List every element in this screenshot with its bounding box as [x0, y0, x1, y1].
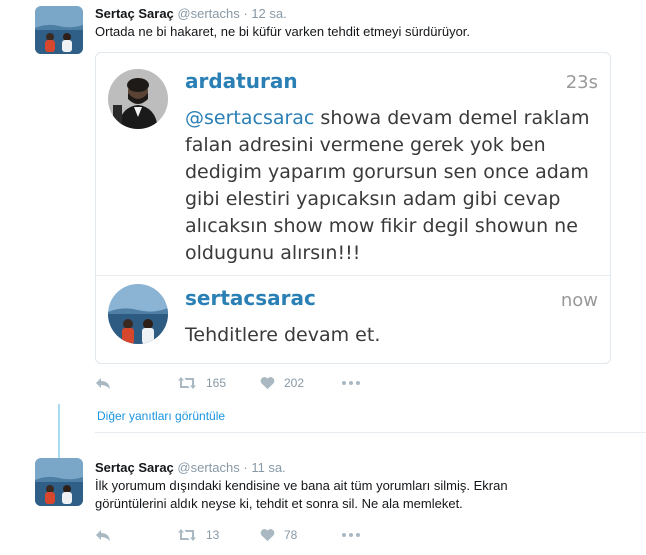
heart-icon	[260, 529, 275, 542]
author-handle[interactable]: @sertachs	[177, 6, 239, 21]
more-button[interactable]	[341, 528, 361, 542]
more-icon	[342, 381, 360, 385]
reply-icon	[96, 378, 110, 389]
embedded-message-body: showa devam demel raklam falan adresini …	[185, 107, 590, 264]
tweet[interactable]: Sertaç Saraç @sertachs · 12 sa. Ortada n…	[0, 0, 646, 404]
avatar[interactable]	[35, 6, 83, 54]
author-handle[interactable]: @sertachs	[177, 460, 239, 475]
embedded-username: sertacsarac	[185, 286, 316, 310]
separator-dot: ·	[243, 460, 248, 475]
reply-icon	[96, 530, 110, 541]
heart-icon	[260, 377, 275, 390]
embedded-message-text: Tehditlere devam et.	[185, 324, 381, 346]
reply-button[interactable]	[95, 376, 111, 390]
like-button[interactable]: 202	[260, 376, 304, 390]
embedded-avatar	[108, 284, 168, 344]
retweet-count: 165	[206, 376, 227, 390]
attached-image[interactable]: ardaturan 23s @sertacsarac showa devam d…	[95, 52, 611, 364]
author-name[interactable]: Sertaç Saraç	[95, 460, 174, 475]
tweet-timestamp[interactable]: 12 sa.	[251, 6, 286, 21]
embedded-message: ardaturan 23s @sertacsarac showa devam d…	[96, 53, 610, 275]
tweet-header: Sertaç Saraç @sertachs · 12 sa.	[95, 6, 287, 21]
reply-button[interactable]	[95, 528, 111, 542]
embedded-avatar	[108, 69, 168, 129]
tweet-text: Ortada ne bi hakaret, ne bi küfür varken…	[95, 24, 471, 39]
more-icon	[342, 533, 360, 537]
embedded-message: sertacsarac now Tehditlere devam et.	[96, 276, 610, 363]
retweet-button[interactable]: 165	[177, 376, 226, 390]
retweet-icon	[178, 529, 196, 541]
like-button[interactable]: 78	[260, 528, 297, 542]
like-count: 78	[284, 528, 298, 542]
retweet-button[interactable]: 13	[177, 528, 219, 542]
embedded-username: ardaturan	[185, 69, 298, 93]
like-count: 202	[284, 376, 305, 390]
embedded-message-text: @sertacsarac showa devam demel raklam fa…	[185, 105, 605, 267]
more-button[interactable]	[341, 376, 361, 390]
retweet-count: 13	[206, 528, 220, 542]
tweet-header: Sertaç Saraç @sertachs · 11 sa.	[95, 460, 286, 475]
tweet-text: İlk yorumum dışındaki kendisine ve bana …	[95, 478, 508, 511]
embedded-timestamp: 23s	[565, 72, 598, 93]
avatar[interactable]	[35, 458, 83, 506]
author-name[interactable]: Sertaç Saraç	[95, 6, 174, 21]
embedded-timestamp: now	[560, 290, 598, 311]
view-more-replies-link[interactable]: Diğer yanıtları görüntüle	[97, 409, 225, 423]
separator-dot: ·	[243, 6, 248, 21]
divider	[95, 432, 646, 433]
tweet[interactable]: Sertaç Saraç @sertachs · 11 sa. İlk yoru…	[0, 452, 646, 555]
tweet-timestamp[interactable]: 11 sa.	[251, 460, 285, 475]
retweet-icon	[178, 377, 196, 389]
embedded-mention: @sertacsarac	[185, 107, 315, 129]
